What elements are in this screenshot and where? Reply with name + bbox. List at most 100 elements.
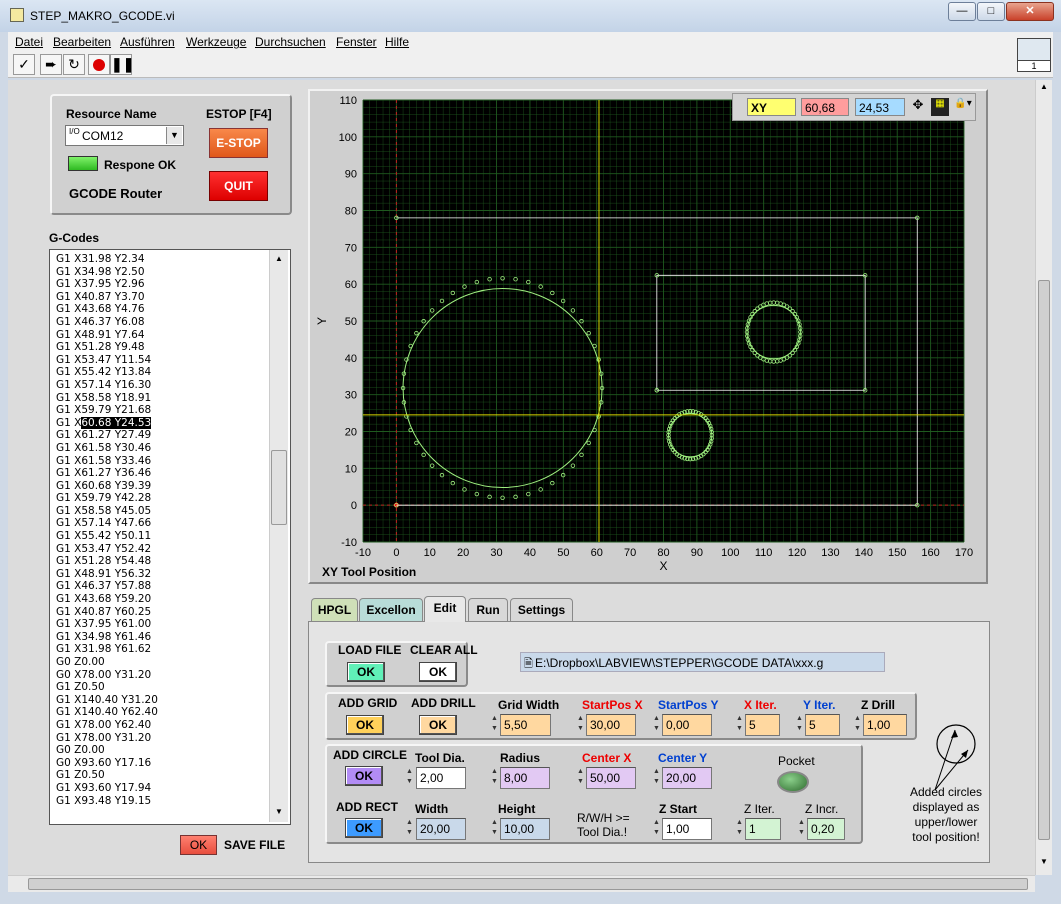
tab-settings[interactable]: Settings bbox=[510, 598, 573, 622]
width-spinner[interactable]: ▲ ▼ bbox=[405, 818, 414, 840]
gcode-line[interactable]: G1 X55.42 Y50.11 bbox=[50, 530, 290, 543]
gcode-line[interactable]: G1 X57.14 Y16.30 bbox=[50, 379, 290, 392]
x-iter-spinner[interactable]: ▲ ▼ bbox=[735, 714, 744, 736]
z-start-input[interactable]: 1,00 bbox=[662, 818, 712, 840]
z-drill-input[interactable]: 1,00 bbox=[863, 714, 907, 736]
gcode-line[interactable]: G1 X59.79 Y42.28 bbox=[50, 492, 290, 505]
cursor-style-icon[interactable]: ▦ bbox=[931, 98, 949, 116]
startpos-y-input[interactable]: 0,00 bbox=[662, 714, 712, 736]
grid-width-input[interactable]: 5,50 bbox=[500, 714, 551, 736]
menu-ausfuehren[interactable]: Ausführen bbox=[120, 35, 175, 49]
gcode-line[interactable]: G1 X37.95 Y61.00 bbox=[50, 618, 290, 631]
gcode-line[interactable]: G1 X57.14 Y47.66 bbox=[50, 517, 290, 530]
gcode-line[interactable]: G1 X31.98 Y2.34 bbox=[50, 253, 290, 266]
estop-button[interactable]: E-STOP bbox=[209, 128, 268, 158]
gcode-line[interactable]: G1 X34.98 Y61.46 bbox=[50, 631, 290, 644]
menu-bearbeiten[interactable]: Bearbeiten bbox=[53, 35, 111, 49]
gcode-scroll-thumb[interactable] bbox=[271, 450, 287, 525]
gcode-line[interactable]: G1 X93.60 Y17.94 bbox=[50, 782, 290, 795]
y-iter-spinner[interactable]: ▲ ▼ bbox=[795, 714, 804, 736]
pocket-toggle[interactable] bbox=[777, 771, 809, 793]
menu-fenster[interactable]: Fenster bbox=[336, 35, 377, 49]
gcode-line[interactable]: G1 X53.47 Y52.42 bbox=[50, 543, 290, 556]
gcode-line[interactable]: G1 X31.98 Y61.62 bbox=[50, 643, 290, 656]
load-file-button[interactable]: OK bbox=[347, 662, 385, 682]
save-ok-button[interactable]: OK bbox=[180, 835, 217, 855]
gcode-line[interactable]: G1 X43.68 Y59.20 bbox=[50, 593, 290, 606]
tool-dia-spinner[interactable]: ▲ ▼ bbox=[405, 767, 414, 789]
z-iter-input[interactable]: 1 bbox=[745, 818, 781, 840]
add-circle-button[interactable]: OK bbox=[345, 766, 383, 786]
resource-name-select[interactable]: I/O COM12 ▼ bbox=[65, 125, 184, 146]
menu-datei[interactable]: Datei bbox=[15, 35, 43, 49]
gcode-listbox[interactable]: G1 X31.98 Y2.34 G1 X34.98 Y2.50 G1 X37.95 … bbox=[49, 249, 291, 825]
tab-excellon[interactable]: Excellon bbox=[359, 598, 423, 622]
height-spinner[interactable]: ▲ ▼ bbox=[490, 818, 499, 840]
gcode-line[interactable]: G0 Z0.00 bbox=[50, 744, 290, 757]
path-browse-icon[interactable]: 🗎 bbox=[524, 655, 533, 674]
menu-werkzeuge[interactable]: Werkzeuge bbox=[186, 35, 246, 49]
x-iter-input[interactable]: 5 bbox=[745, 714, 780, 736]
gcode-line[interactable]: G1 X40.87 Y60.25 bbox=[50, 606, 290, 619]
gcode-line[interactable]: G1 X78.00 Y31.20 bbox=[50, 732, 290, 745]
tab-run[interactable]: Run bbox=[468, 598, 508, 622]
panel-vertical-scrollbar[interactable]: ▲ ▼ bbox=[1035, 80, 1052, 875]
center-y-spinner[interactable]: ▲ ▼ bbox=[652, 767, 661, 789]
chevron-down-icon[interactable]: ▼ bbox=[166, 127, 182, 144]
quit-button[interactable]: QUIT bbox=[209, 171, 268, 201]
gcode-line[interactable]: G1 X55.42 Y13.84 bbox=[50, 366, 290, 379]
gcode-line[interactable]: G1 X48.91 Y56.32 bbox=[50, 568, 290, 581]
gcode-line[interactable]: G0 X78.00 Y31.20 bbox=[50, 669, 290, 682]
gcode-line[interactable]: G0 X93.60 Y17.16 bbox=[50, 757, 290, 770]
cursor-name[interactable]: XY bbox=[747, 98, 796, 116]
z-incr-spinner[interactable]: ▲ ▼ bbox=[797, 818, 806, 840]
gcode-line[interactable]: G1 X43.68 Y4.76 bbox=[50, 303, 290, 316]
gcode-line[interactable]: G1 X46.37 Y57.88 bbox=[50, 580, 290, 593]
gcode-line[interactable]: G1 Z0.50 bbox=[50, 769, 290, 782]
run-check-icon[interactable]: ✓ bbox=[13, 54, 35, 75]
gcode-line[interactable]: G1 X61.58 Y30.46 bbox=[50, 442, 290, 455]
gcode-line[interactable]: G1 X140.40 Y31.20 bbox=[50, 694, 290, 707]
radius-spinner[interactable]: ▲ ▼ bbox=[490, 767, 499, 789]
run-continuous-icon[interactable]: ↻ bbox=[63, 54, 85, 75]
gcode-line[interactable]: G1 X53.47 Y11.54 bbox=[50, 354, 290, 367]
file-path-field[interactable]: 🗎 E:\Dropbox\LABVIEW\STEPPER\GCODE DATA\… bbox=[520, 652, 885, 672]
gcode-line[interactable]: G1 X51.28 Y54.48 bbox=[50, 555, 290, 568]
menu-hilfe[interactable]: Hilfe bbox=[385, 35, 409, 49]
panel-horizontal-scrollbar[interactable] bbox=[8, 875, 1035, 892]
radius-input[interactable]: 8,00 bbox=[500, 767, 550, 789]
gcode-line[interactable]: G0 Z0.00 bbox=[50, 656, 290, 669]
tab-hpgl[interactable]: HPGL bbox=[311, 598, 358, 622]
gcode-line[interactable]: G1 X78.00 Y62.40 bbox=[50, 719, 290, 732]
z-drill-spinner[interactable]: ▲ ▼ bbox=[853, 714, 862, 736]
close-button[interactable]: ✕ bbox=[1006, 2, 1054, 21]
tool-dia-input[interactable]: 2,00 bbox=[416, 767, 466, 789]
add-grid-button[interactable]: OK bbox=[346, 715, 384, 735]
gcode-line[interactable]: G1 X48.91 Y7.64 bbox=[50, 329, 290, 342]
gcode-line[interactable]: G1 X60.68 Y24.53 bbox=[50, 416, 290, 430]
maximize-button[interactable]: □ bbox=[977, 2, 1005, 21]
lock-icon[interactable]: 🔒▾ bbox=[953, 98, 973, 116]
gcode-line[interactable]: G1 X58.58 Y45.05 bbox=[50, 505, 290, 518]
tab-edit[interactable]: Edit bbox=[424, 596, 466, 622]
add-drill-button[interactable]: OK bbox=[419, 715, 457, 735]
cursor-y-value[interactable]: 24,53 bbox=[855, 98, 905, 116]
gcode-line[interactable]: G1 X61.27 Y27.49 bbox=[50, 429, 290, 442]
abort-icon[interactable] bbox=[88, 54, 110, 75]
minimize-button[interactable]: — bbox=[948, 2, 976, 21]
width-input[interactable]: 20,00 bbox=[416, 818, 466, 840]
xy-tool-position-graph[interactable]: -10 0 10 20 30 40 50 60 70 80 90 100 110 120 130 140 150… bbox=[310, 91, 986, 582]
add-rect-button[interactable]: OK bbox=[345, 818, 383, 838]
gcode-list-scrollbar[interactable]: ▲ ▼ bbox=[269, 250, 288, 822]
center-x-spinner[interactable]: ▲ ▼ bbox=[576, 767, 585, 789]
gcode-line[interactable]: G1 X140.40 Y62.40 bbox=[50, 706, 290, 719]
height-input[interactable]: 10,00 bbox=[500, 818, 550, 840]
gcode-line[interactable]: G1 X34.98 Y2.50 bbox=[50, 266, 290, 279]
pause-icon[interactable]: ❚❚ bbox=[110, 54, 134, 75]
cursor-x-value[interactable]: 60,68 bbox=[801, 98, 849, 116]
gcode-line[interactable]: G1 X51.28 Y9.48 bbox=[50, 341, 290, 354]
gcode-line[interactable]: G1 X93.48 Y19.15 bbox=[50, 795, 290, 808]
gcode-line[interactable]: G1 X59.79 Y21.68 bbox=[50, 404, 290, 417]
z-iter-spinner[interactable]: ▲ ▼ bbox=[735, 818, 744, 840]
gcode-line[interactable]: G1 X46.37 Y6.08 bbox=[50, 316, 290, 329]
